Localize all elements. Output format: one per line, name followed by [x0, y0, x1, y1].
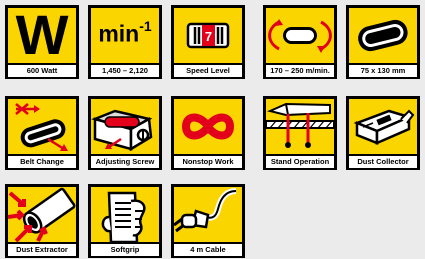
cable-plug-icon: [174, 187, 242, 242]
power-label: 600 Watt: [8, 65, 76, 77]
speed-tile: min-1 1,450 – 2,120: [88, 5, 162, 79]
dust-collector-label: Dust Collector: [349, 156, 417, 168]
cable-tile: 4 m Cable: [171, 184, 245, 258]
nonstop-work-tile: Nonstop Work: [171, 96, 245, 170]
belt-size-label: 75 x 130 mm: [349, 65, 417, 77]
speed-level-tile: 7 Speed Level: [171, 5, 245, 79]
dust-extractor-tile: Dust Extractor: [5, 184, 79, 258]
belt-change-icon: [8, 99, 76, 154]
speed-dial-value: 7: [205, 29, 212, 44]
stand-operation-tile: Stand Operation: [263, 96, 337, 170]
infinity-icon: [174, 99, 242, 154]
rpm-icon: min-1: [91, 8, 159, 63]
belt-speed-tile: 170 – 250 m/min.: [263, 5, 337, 79]
belt-change-tile: Belt Change: [5, 96, 79, 170]
power-tile: W 600 Watt: [5, 5, 79, 79]
dust-extractor-icon: [8, 187, 76, 242]
belt-speed-icon: [266, 8, 334, 63]
belt-speed-label: 170 – 250 m/min.: [266, 65, 334, 77]
speed-level-label: Speed Level: [174, 65, 242, 77]
adjusting-screw-label: Adjusting Screw: [91, 156, 159, 168]
watt-icon: W: [8, 8, 76, 63]
belt-size-tile: 75 x 130 mm: [346, 5, 420, 79]
belt-change-label: Belt Change: [8, 156, 76, 168]
dust-extractor-label: Dust Extractor: [8, 244, 76, 256]
adjusting-screw-icon: [91, 99, 159, 154]
speed-dial-icon: 7: [174, 8, 242, 63]
stand-operation-label: Stand Operation: [266, 156, 334, 168]
adjusting-screw-tile: Adjusting Screw: [88, 96, 162, 170]
softgrip-label: Softgrip: [91, 244, 159, 256]
stand-operation-icon: [266, 99, 334, 154]
speed-label: 1,450 – 2,120: [91, 65, 159, 77]
nonstop-work-label: Nonstop Work: [174, 156, 242, 168]
cable-label: 4 m Cable: [174, 244, 242, 256]
softgrip-icon: [91, 187, 159, 242]
dust-collector-icon: [349, 99, 417, 154]
watt-symbol: W: [15, 8, 69, 63]
sanding-belt-icon: [349, 8, 417, 63]
rpm-unit: min-1: [98, 18, 152, 47]
dust-collector-tile: Dust Collector: [346, 96, 420, 170]
softgrip-tile: Softgrip: [88, 184, 162, 258]
